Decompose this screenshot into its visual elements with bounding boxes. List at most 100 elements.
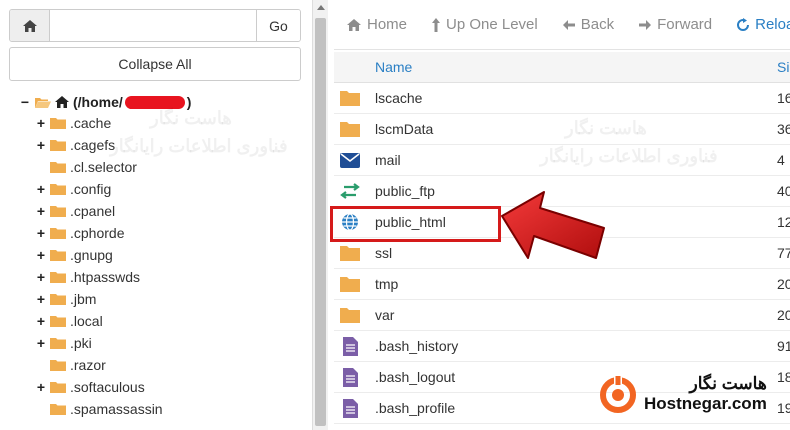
tree-item[interactable]: + .cphorde <box>34 222 308 244</box>
expand-toggle[interactable]: + <box>34 203 48 219</box>
file-row-lscmdata[interactable]: lscmData 36 <box>334 114 790 145</box>
folder-icon <box>50 294 66 305</box>
folder-icon <box>50 360 66 371</box>
up-one-level-button[interactable]: Up One Level <box>431 16 538 33</box>
go-button[interactable]: Go <box>256 10 300 41</box>
size-column-header[interactable]: Si <box>777 59 789 75</box>
file-size: 20 <box>777 307 790 323</box>
table-header: Name Si <box>334 52 790 83</box>
file-name[interactable]: mail <box>375 152 401 168</box>
expand-toggle[interactable]: + <box>34 137 48 153</box>
tree-item-label: .jbm <box>70 291 97 307</box>
expand-toggle[interactable]: + <box>34 313 48 329</box>
home-button[interactable]: Home <box>346 16 407 33</box>
file-name[interactable]: var <box>375 307 394 323</box>
file-row-tmp[interactable]: tmp 20 <box>334 269 790 300</box>
folder-icon <box>340 244 360 262</box>
file-size: 4 <box>777 152 785 168</box>
back-label: Back <box>580 16 615 33</box>
tree-item-label: .razor <box>70 357 106 373</box>
tree-item-label: .softaculous <box>70 379 145 395</box>
brand-name-persian: هاست نگار <box>689 374 767 393</box>
path-navigation-bar: Go <box>9 9 301 42</box>
hostnegar-logo-icon <box>600 375 636 413</box>
pointer-arrow-icon <box>501 191 605 259</box>
file-name[interactable]: lscache <box>375 90 422 106</box>
folder-icon <box>50 404 66 415</box>
folder-icon <box>50 184 66 195</box>
tree-item-label: .gnupg <box>70 247 113 263</box>
file-name[interactable]: .bash_profile <box>375 400 455 416</box>
file-size: 20 <box>777 276 790 292</box>
expand-toggle[interactable]: + <box>34 115 48 131</box>
file-name[interactable]: .bash_logout <box>375 369 455 385</box>
expand-toggle[interactable]: + <box>34 269 48 285</box>
file-row-bash-history[interactable]: .bash_history 91 <box>334 331 790 362</box>
tree-scrollbar[interactable] <box>312 0 328 430</box>
tree-item-label: .cpanel <box>70 203 116 219</box>
tree-item[interactable]: + .jbm <box>34 288 308 310</box>
name-column-header[interactable]: Name <box>375 59 412 75</box>
folder-icon <box>340 275 360 293</box>
public-html-highlight <box>330 206 501 242</box>
file-size: 12 <box>777 214 790 230</box>
file-name[interactable]: tmp <box>375 276 398 292</box>
expand-toggle[interactable]: + <box>34 335 48 351</box>
file-row-var[interactable]: var 20 <box>334 300 790 331</box>
file-size: 91 <box>777 338 790 354</box>
home-icon <box>22 19 37 32</box>
tree-item-label: .cache <box>70 115 112 131</box>
tree-item-label: .cphorde <box>70 225 125 241</box>
file-size: 40 <box>777 183 790 199</box>
folder-icon <box>50 162 66 173</box>
folder-icon <box>50 338 66 349</box>
reload-icon <box>737 17 750 31</box>
file-icon <box>340 336 360 356</box>
collapse-all-button[interactable]: Collapse All <box>9 47 301 81</box>
folder-icon <box>340 120 360 138</box>
tree-item[interactable]: + .pki <box>34 332 308 354</box>
file-name[interactable]: public_ftp <box>375 183 435 199</box>
tree-item[interactable]: + .local <box>34 310 308 332</box>
tree-item[interactable]: + .gnupg <box>34 244 308 266</box>
watermark-text: هاست نگار <box>565 118 647 138</box>
open-folder-icon <box>35 97 51 108</box>
expand-toggle[interactable]: + <box>34 181 48 197</box>
expand-toggle[interactable]: + <box>34 247 48 263</box>
reload-button[interactable]: Reload <box>736 16 790 33</box>
folder-icon <box>50 206 66 217</box>
file-icon <box>340 367 360 387</box>
reload-label: Reload <box>755 16 790 33</box>
file-toolbar: Home Up One Level Back Forward Reload <box>334 0 790 50</box>
tree-item[interactable]: .spamassassin <box>34 398 308 420</box>
collapse-toggle[interactable]: − <box>18 94 32 110</box>
tree-item-label: .cagefs <box>70 137 116 153</box>
home-label: Home <box>367 16 408 33</box>
expand-toggle[interactable]: + <box>34 291 48 307</box>
tree-item[interactable]: + .config <box>34 178 308 200</box>
folder-icon <box>340 306 360 324</box>
tree-item[interactable]: + .softaculous <box>34 376 308 398</box>
tree-item[interactable]: + .htpasswds <box>34 266 308 288</box>
redacted-username <box>124 95 185 109</box>
file-size: 18 <box>777 369 790 385</box>
expand-toggle[interactable]: + <box>34 225 48 241</box>
tree-item[interactable]: .razor <box>34 354 308 376</box>
back-button[interactable]: Back <box>562 16 614 33</box>
expand-toggle[interactable]: + <box>34 379 48 395</box>
file-size: 36 <box>777 121 790 137</box>
path-input[interactable] <box>50 10 256 41</box>
scroll-thumb[interactable] <box>315 18 326 426</box>
file-size: 19 <box>777 400 790 416</box>
forward-button[interactable]: Forward <box>638 16 712 33</box>
file-name[interactable]: ssl <box>375 245 392 261</box>
file-name[interactable]: lscmData <box>375 121 433 137</box>
file-name[interactable]: .bash_history <box>375 338 458 354</box>
home-directory-button[interactable] <box>10 10 50 41</box>
file-row-lscache[interactable]: lscache 16 <box>334 83 790 114</box>
tree-item[interactable]: .cl.selector <box>34 156 308 178</box>
tree-item[interactable]: + .cpanel <box>34 200 308 222</box>
arrow-right-icon <box>639 19 652 30</box>
scroll-up-arrow-icon[interactable] <box>317 5 325 10</box>
folder-icon <box>340 89 360 107</box>
